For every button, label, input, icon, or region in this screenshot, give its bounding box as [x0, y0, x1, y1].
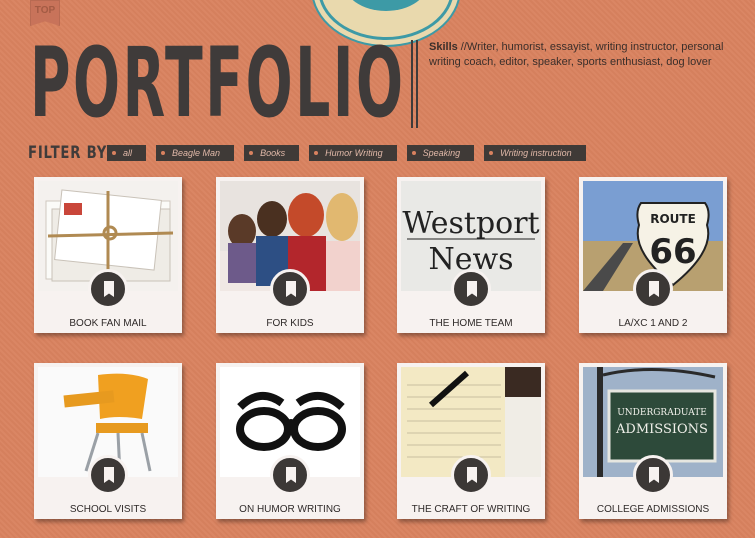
bookmark-icon[interactable]: [270, 269, 310, 309]
undergraduate-text: UNDERGRADUATE: [617, 408, 707, 418]
filter-all[interactable]: all: [107, 145, 147, 161]
card-label: ON HUMOR WRITING: [239, 504, 341, 515]
filter-speaking[interactable]: Speaking: [406, 145, 475, 161]
westport-text: Westport: [402, 206, 539, 241]
filter-label: FILTER BY:: [28, 143, 113, 163]
portfolio-card-for-kids[interactable]: FOR KIDS: [216, 177, 364, 333]
filter-humor-writing[interactable]: Humor Writing: [309, 145, 397, 161]
filter-books[interactable]: Books: [244, 145, 300, 161]
route-number-text: 66: [649, 232, 696, 272]
card-label: COLLEGE ADMISSIONS: [596, 504, 710, 515]
portfolio-card-la-xc-1-and-2[interactable]: ROUTE 66 LA/XC 1 AND 2: [579, 177, 727, 333]
route-text: ROUTE: [650, 212, 696, 226]
bookmark-icon[interactable]: [451, 269, 491, 309]
card-label: LA/XC 1 AND 2: [618, 318, 688, 329]
portfolio-card-the-craft-of-writing[interactable]: THE CRAFT OF WRITING: [397, 363, 545, 519]
filter-beagle-man[interactable]: Beagle Man: [156, 145, 235, 161]
portfolio-card-school-visits[interactable]: SCHOOL VISITS: [34, 363, 182, 519]
bookmark-icon[interactable]: [88, 269, 128, 309]
title-divider-2: [416, 40, 418, 128]
title-divider: [411, 40, 413, 128]
skills-label: Skills: [429, 41, 458, 53]
admissions-text: ADMISSIONS: [615, 422, 708, 437]
card-label: THE CRAFT OF WRITING: [411, 504, 531, 515]
card-label: FOR KIDS: [266, 318, 314, 329]
portfolio-card-the-home-team[interactable]: Westport News THE HOME TEAM: [397, 177, 545, 333]
card-label: BOOK FAN MAIL: [69, 318, 147, 329]
filter-writing-instruction[interactable]: Writing instruction: [484, 145, 586, 161]
card-label: SCHOOL VISITS: [69, 504, 147, 515]
skills-list: //Writer, humorist, essayist, writing in…: [429, 41, 724, 68]
bookmark-icon[interactable]: [633, 269, 673, 309]
filter-bar: all Beagle Man Books Humor Writing Speak…: [107, 145, 586, 161]
bookmark-icon[interactable]: [88, 455, 128, 495]
bookmark-icon[interactable]: [451, 455, 491, 495]
portfolio-card-book-fan-mail[interactable]: BOOK FAN MAIL: [34, 177, 182, 333]
page-title: PORTFOLIO: [30, 27, 406, 139]
portfolio-card-college-admissions[interactable]: UNDERGRADUATE ADMISSIONS COLLEGE ADMISSI…: [579, 363, 727, 519]
top-link[interactable]: TOP: [30, 0, 60, 26]
bookmark-icon[interactable]: [633, 455, 673, 495]
bookmark-icon[interactable]: [270, 455, 310, 495]
card-label: THE HOME TEAM: [429, 318, 513, 329]
portfolio-card-on-humor-writing[interactable]: ON HUMOR WRITING: [216, 363, 364, 519]
logo-inner: [343, 0, 429, 11]
skills-text: Skills //Writer, humorist, essayist, wri…: [429, 40, 729, 70]
